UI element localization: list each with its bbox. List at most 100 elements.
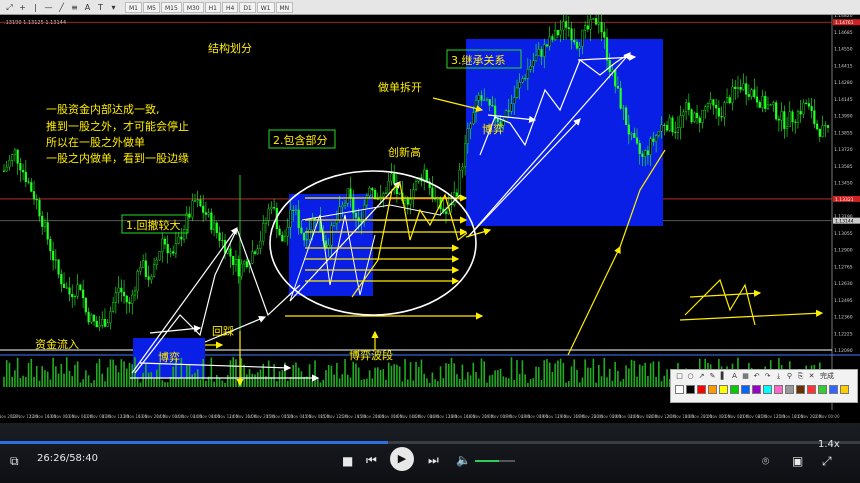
volume-icon[interactable]: 🔈: [456, 453, 471, 467]
timeframe-mn[interactable]: MN: [275, 1, 294, 13]
timeframe-h1[interactable]: H1: [204, 1, 221, 13]
pen-icon[interactable]: ✎: [708, 372, 717, 381]
timeframe-h4[interactable]: H4: [221, 1, 239, 13]
volume-bar: [44, 370, 46, 387]
color-swatch[interactable]: [708, 385, 717, 394]
color-swatch[interactable]: [719, 385, 728, 394]
pitchfork-icon[interactable]: ≡: [69, 2, 80, 13]
candle-body: [624, 107, 628, 125]
candle-body: [444, 211, 448, 214]
candle-body: [109, 311, 112, 323]
timeframe-w1[interactable]: W1: [256, 1, 275, 13]
horizontal-line-icon[interactable]: —: [43, 2, 54, 13]
volume-bar: [649, 363, 652, 387]
next-icon[interactable]: ⏭: [428, 453, 439, 468]
color-swatch[interactable]: [741, 385, 750, 394]
candle-body: [120, 287, 123, 293]
candle-body: [619, 87, 622, 109]
copy-icon[interactable]: ⎘: [796, 372, 805, 381]
candle-body: [472, 112, 475, 125]
volume-bar: [428, 382, 431, 387]
volume-bar: [562, 363, 565, 387]
candle-body: [82, 289, 85, 299]
text-icon[interactable]: A: [82, 2, 93, 13]
candle-body: [504, 110, 508, 122]
candle-body: [196, 199, 199, 201]
timeframe-d1[interactable]: D1: [239, 1, 256, 13]
title-structure: 结构划分: [208, 41, 252, 55]
volume-slider[interactable]: [475, 460, 515, 462]
candle-body: [273, 207, 276, 209]
dropdown-icon[interactable]: ▾: [108, 2, 119, 13]
color-swatch[interactable]: [774, 385, 783, 394]
candle-body: [87, 311, 90, 323]
text-icon[interactable]: A: [730, 372, 739, 381]
rect-icon[interactable]: □: [675, 372, 684, 381]
redo-icon[interactable]: ↷: [763, 372, 772, 381]
timeframe-m15[interactable]: M15: [161, 1, 182, 13]
timeframe-m5[interactable]: M5: [143, 1, 160, 13]
color-swatch[interactable]: [796, 385, 805, 394]
close-icon[interactable]: ✕: [807, 372, 816, 381]
pin-icon[interactable]: ⚲: [785, 372, 794, 381]
color-swatch[interactable]: [763, 385, 772, 394]
prev-icon[interactable]: ⏮: [366, 453, 377, 468]
volume-bar: [567, 381, 570, 387]
undo-icon[interactable]: ↶: [752, 372, 761, 381]
candle-body: [646, 150, 650, 155]
candle-body: [161, 238, 164, 252]
volume-bar: [374, 367, 376, 387]
mosaic-icon[interactable]: ▦: [741, 372, 750, 381]
volume-bar: [295, 362, 297, 387]
volume-bar: [554, 363, 556, 387]
candle-body: [657, 131, 660, 136]
stop-icon[interactable]: ■: [342, 454, 353, 468]
cursor-icon[interactable]: ⤢: [4, 2, 15, 13]
trendline-icon[interactable]: ╱: [56, 2, 67, 13]
color-swatch[interactable]: [829, 385, 838, 394]
crosshair-icon[interactable]: +: [17, 2, 28, 13]
camera-icon[interactable]: ⌾: [762, 454, 769, 469]
pip-icon[interactable]: ▣: [792, 454, 803, 468]
price-chart[interactable]: .13190 1.13125 1.13144 1.14820 1.14685 1.14…: [0, 15, 860, 423]
speed-label[interactable]: 1.4x: [818, 439, 840, 450]
timeframe-m30[interactable]: M30: [182, 1, 204, 13]
candle-body: [155, 259, 158, 265]
marker-icon[interactable]: ▌: [719, 372, 728, 381]
volume-bar: [125, 368, 128, 387]
done-button[interactable]: 完成: [818, 372, 836, 381]
volume-bar: [461, 364, 464, 387]
play-icon[interactable]: ▶: [390, 447, 414, 471]
candle-body: [144, 260, 147, 277]
color-swatch[interactable]: [686, 385, 695, 394]
color-swatch[interactable]: [675, 385, 684, 394]
color-swatch[interactable]: [730, 385, 739, 394]
color-swatch[interactable]: [840, 385, 849, 394]
color-swatch[interactable]: [785, 385, 794, 394]
subtitle-icon[interactable]: ⧉: [10, 454, 19, 469]
volume-bar: [535, 366, 537, 387]
fullscreen-icon[interactable]: ⤢: [822, 454, 832, 469]
progress-track[interactable]: [0, 441, 860, 444]
timeframe-m1[interactable]: M1: [125, 1, 142, 13]
candle-body: [95, 320, 98, 328]
vertical-line-icon[interactable]: |: [30, 2, 41, 13]
ellipse-icon[interactable]: ○: [686, 372, 695, 381]
candle-body: [731, 86, 734, 104]
label-game-1: 博弈: [158, 350, 180, 364]
label-icon[interactable]: T: [95, 2, 106, 13]
save-icon[interactable]: ⤓: [774, 372, 783, 381]
candle-body: [706, 103, 710, 108]
candle-body: [270, 207, 273, 210]
color-swatch[interactable]: [697, 385, 706, 394]
color-swatch[interactable]: [818, 385, 827, 394]
volume-bar: [439, 366, 442, 387]
volume-bar: [308, 364, 311, 387]
volume-bar: [426, 378, 428, 387]
candle-body: [783, 111, 786, 129]
candle-body: [750, 89, 753, 97]
arrow-icon[interactable]: ↗: [697, 372, 706, 381]
color-swatch[interactable]: [807, 385, 816, 394]
candle-body: [649, 138, 652, 155]
color-swatch[interactable]: [752, 385, 761, 394]
